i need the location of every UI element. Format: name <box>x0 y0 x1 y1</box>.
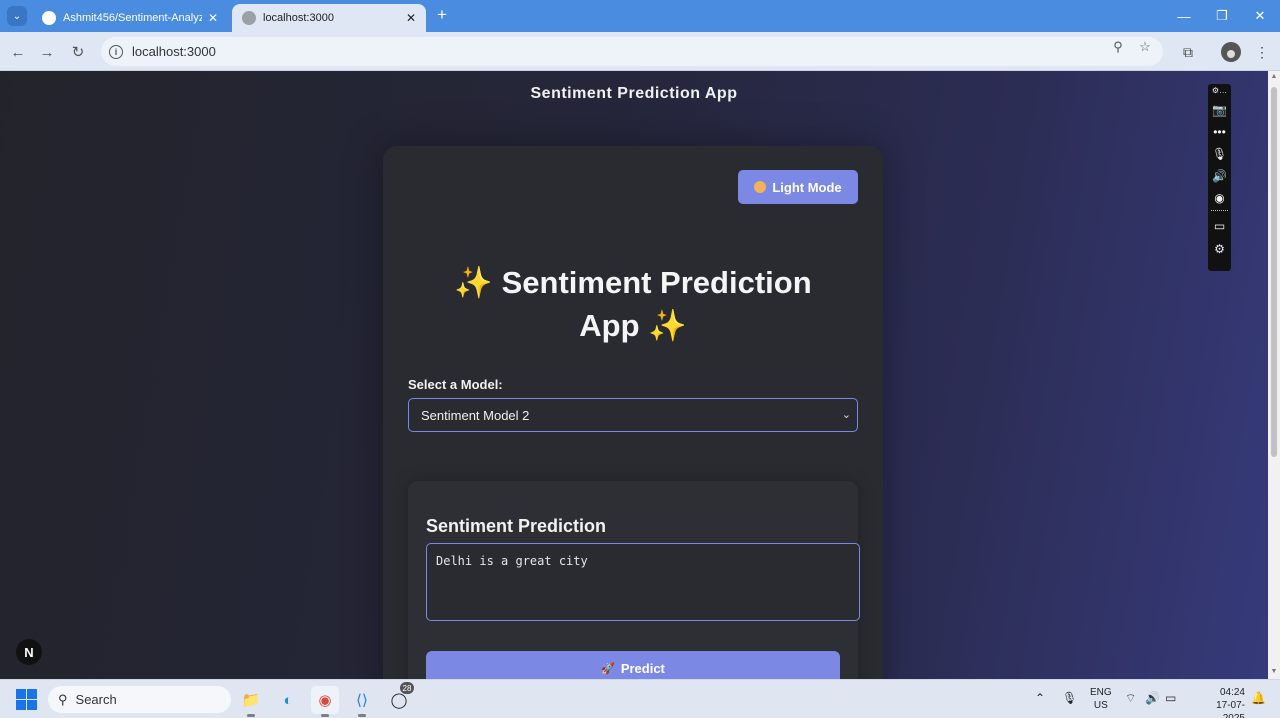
microphone-icon[interactable]: 🎙 <box>1211 145 1228 162</box>
app-header-title: Sentiment Prediction App <box>530 85 738 102</box>
lang-code: ENG <box>1090 687 1112 698</box>
notifications-bell-icon[interactable]: 🔔 <box>1251 691 1266 705</box>
tools-header-icon[interactable]: ⚙… <box>1211 84 1228 96</box>
tab-title: Ashmit456/Sentiment-Analyzer <box>63 12 202 24</box>
tab-search-button[interactable]: ⌄ <box>7 6 27 26</box>
maximize-button[interactable]: ❐ <box>1210 6 1234 26</box>
page-scrollbar[interactable]: ▲ ▼ <box>1268 71 1280 679</box>
camera-icon[interactable]: 📷 <box>1211 101 1228 118</box>
prediction-section-title: Sentiment Prediction <box>426 516 607 536</box>
new-tab-button[interactable]: + <box>432 5 452 25</box>
sentence-input[interactable] <box>426 543 860 621</box>
prediction-card: Sentiment Prediction 🚀 Predict <box>408 481 860 679</box>
tab-close-icon[interactable]: ✕ <box>208 11 218 25</box>
screen-tools-panel: ⚙… 📷 ••• 🎙 🔊 ◉ ▭ ⚙ <box>1208 84 1231 271</box>
chevron-down-icon: ⌄ <box>841 409 851 421</box>
clock-date: 17-07-2025 <box>1216 700 1245 718</box>
tab-localhost[interactable]: localhost:3000 ✕ <box>232 4 426 32</box>
window-icon[interactable]: ▭ <box>1211 217 1228 234</box>
notification-count-badge: 28 <box>400 682 414 694</box>
wifi-icon[interactable]: ⌔ <box>1125 691 1136 706</box>
predict-button[interactable]: 🚀 Predict <box>426 651 840 679</box>
address-bar[interactable]: i localhost:3000 <box>101 37 1163 66</box>
browser-tab-bar: ⌄ Ashmit456/Sentiment-Analyzer ✕ localho… <box>0 0 1280 32</box>
tab-close-icon[interactable]: ✕ <box>406 11 416 25</box>
speaker-icon[interactable]: 🔊 <box>1211 167 1228 184</box>
file-explorer-icon[interactable]: 📁 <box>237 686 265 717</box>
windows-taskbar: ⚲ Search 📁 ◐ ◉ ⟨⟩ ◯ 28 ⌃ 🎙 ENG US ⌔ 🔊 ▭ … <box>0 679 1280 718</box>
zoom-icon[interactable]: ⚲ <box>1110 39 1126 55</box>
more-dots-icon[interactable]: ••• <box>1211 123 1228 140</box>
windows-start-icon[interactable] <box>16 689 37 710</box>
browser-toolbar: ← → ↻ i localhost:3000 ⚲ ☆ ⧉ ⋮ <box>0 32 1280 71</box>
model-select-label: Select a Model: <box>408 377 503 392</box>
settings-gear-icon[interactable]: ⚙ <box>1211 240 1228 257</box>
light-mode-toggle-button[interactable]: Light Mode <box>738 170 858 204</box>
lang-region: US <box>1093 700 1108 711</box>
model-selected-value: Sentiment Model 2 <box>421 407 530 423</box>
vscode-icon[interactable]: ⟨⟩ <box>348 686 376 717</box>
forward-button[interactable]: → <box>36 41 58 63</box>
tab-github[interactable]: Ashmit456/Sentiment-Analyzer ✕ <box>32 4 228 32</box>
language-indicator[interactable]: ENG US <box>1090 686 1112 712</box>
sparkles-icon: ✨ <box>454 265 493 300</box>
back-button[interactable]: ← <box>7 41 29 63</box>
main-card: Light Mode ✨ Sentiment Prediction App ✨ … <box>383 146 883 679</box>
edge-browser-icon[interactable]: ◐ <box>274 686 302 714</box>
extensions-icon[interactable]: ⧉ <box>1177 41 1199 63</box>
minimize-button[interactable]: — <box>1172 6 1196 26</box>
search-icon: ⚲ <box>58 691 68 707</box>
url-text: localhost:3000 <box>132 44 216 59</box>
mode-toggle-label: Light Mode <box>772 179 842 195</box>
scrollbar-thumb[interactable] <box>1271 87 1277 457</box>
site-info-icon[interactable]: i <box>109 44 123 59</box>
github-icon <box>42 11 56 25</box>
taskbar-search-label: Search <box>75 692 117 707</box>
nextjs-dev-badge[interactable]: N <box>16 639 42 665</box>
volume-icon[interactable]: 🔊 <box>1145 691 1160 705</box>
scroll-down-arrow-icon[interactable]: ▼ <box>1270 668 1278 676</box>
close-window-button[interactable]: ✕ <box>1248 6 1272 26</box>
webcam-icon[interactable]: ◉ <box>1211 189 1228 206</box>
rocket-icon: 🚀 <box>601 662 615 675</box>
tray-overflow-chevron-icon[interactable]: ⌃ <box>1035 691 1045 705</box>
page-viewport: Sentiment Prediction App Light Mode ✨ Se… <box>0 71 1268 679</box>
menu-kebab-icon[interactable]: ⋮ <box>1251 41 1273 63</box>
reload-button[interactable]: ↻ <box>67 41 89 63</box>
sparkles-icon: ✨ <box>648 308 687 343</box>
tab-title: localhost:3000 <box>263 12 334 24</box>
card-title: ✨ Sentiment Prediction App ✨ <box>423 261 843 347</box>
battery-icon[interactable]: ▭ <box>1165 691 1176 705</box>
taskbar-search[interactable]: ⚲ Search <box>48 686 231 713</box>
bookmark-star-icon[interactable]: ☆ <box>1137 39 1153 55</box>
model-select-dropdown[interactable]: Sentiment Model 2 ⌄ <box>408 398 858 432</box>
chrome-browser-icon[interactable]: ◉ <box>311 686 339 717</box>
clock-time: 04:24 <box>1219 687 1245 698</box>
whatsapp-icon[interactable]: ◯ 28 <box>385 682 414 714</box>
divider <box>1211 210 1228 211</box>
profile-avatar[interactable] <box>1221 42 1241 62</box>
sun-emoji-icon <box>754 181 767 193</box>
scroll-up-arrow-icon[interactable]: ▲ <box>1270 73 1278 81</box>
globe-icon <box>242 11 256 25</box>
predict-label: Predict <box>620 660 665 676</box>
tray-microphone-icon[interactable]: 🎙 <box>1062 691 1077 705</box>
system-clock[interactable]: 04:24 17-07-2025 <box>1195 686 1245 718</box>
